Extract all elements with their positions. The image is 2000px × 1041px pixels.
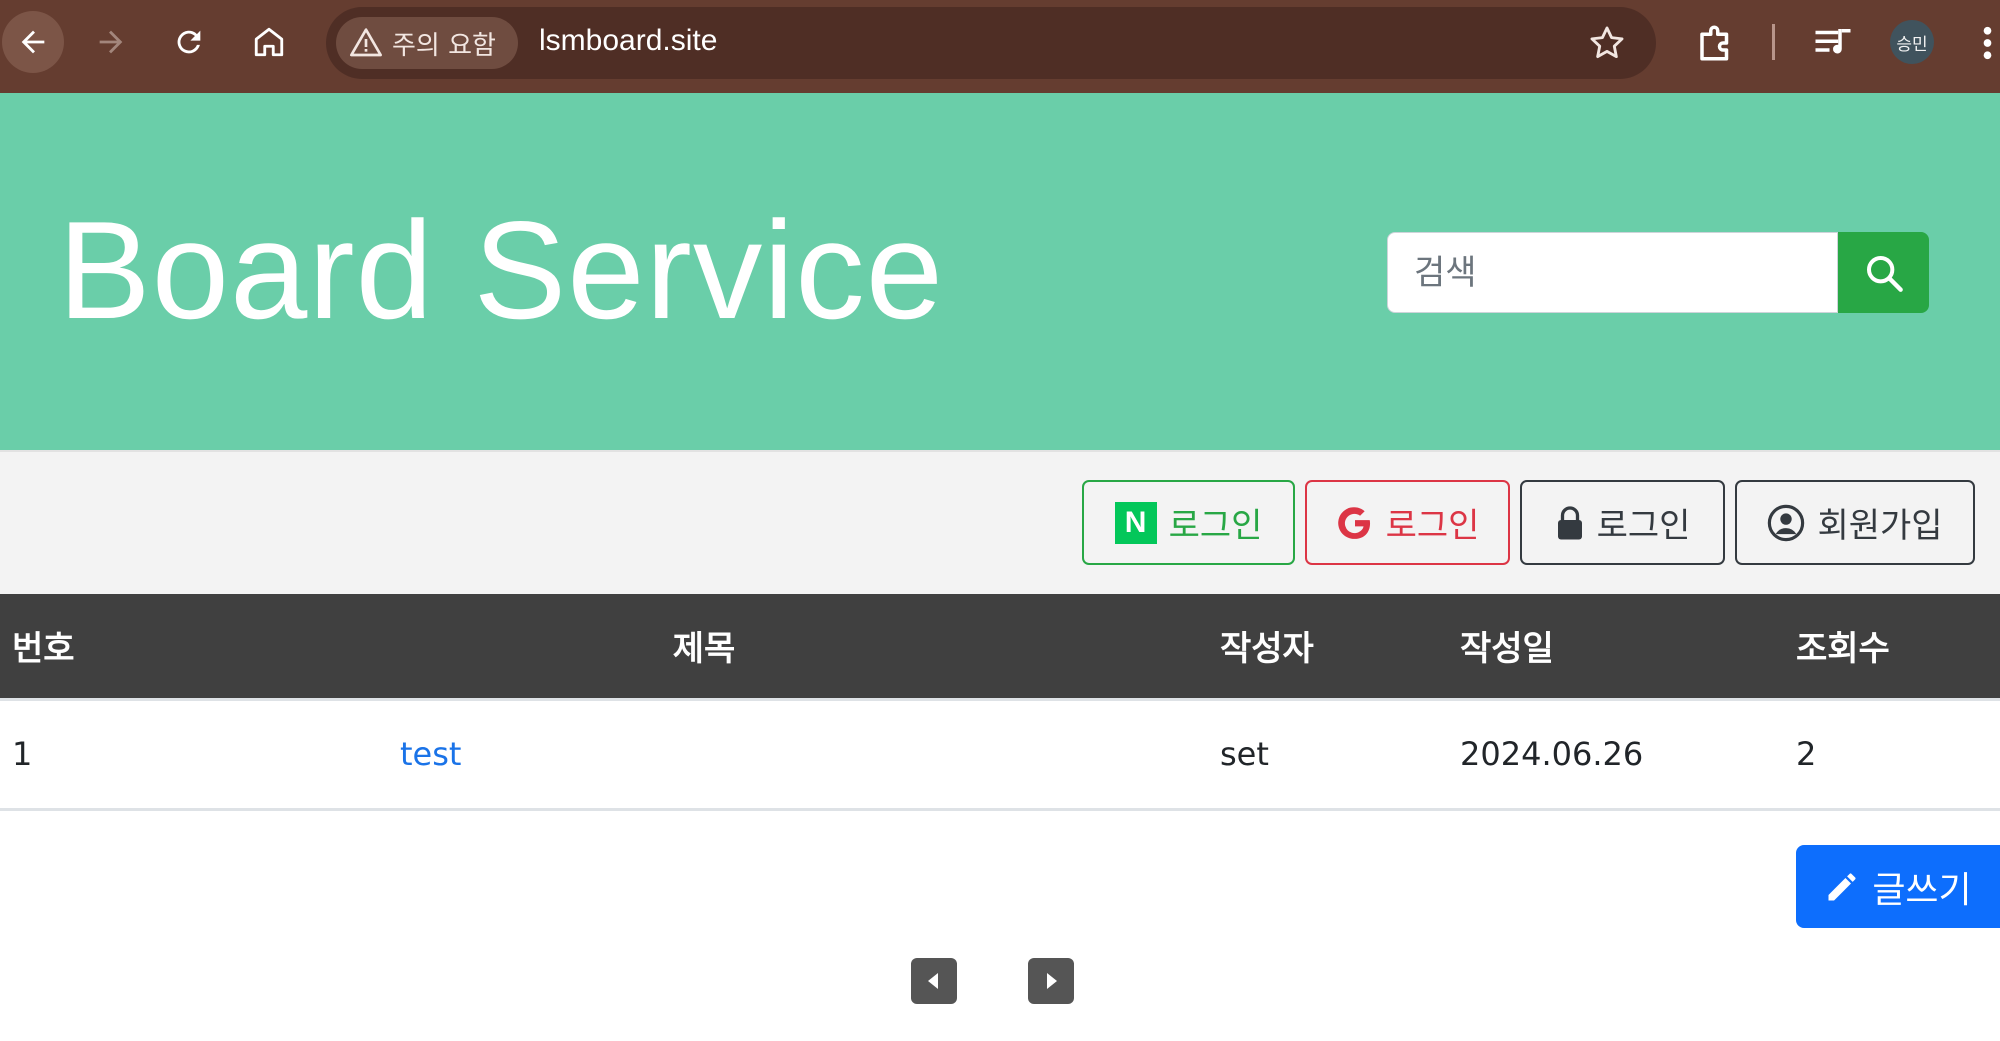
address-bar[interactable]: 주의 요함 lsmboard.site xyxy=(326,7,1656,79)
column-header-author: 작성자 xyxy=(1220,629,1314,670)
profile-avatar[interactable]: 승민 xyxy=(1890,20,1934,64)
column-header-views: 조회수 xyxy=(1796,629,1890,670)
local-login-label: 로그인 xyxy=(1596,506,1691,546)
previous-page-button[interactable] xyxy=(911,958,957,1004)
row-number: 1 xyxy=(12,735,33,773)
search-input[interactable] xyxy=(1387,232,1838,313)
security-warning-chip[interactable]: 주의 요함 xyxy=(336,17,518,69)
browser-toolbar: 주의 요함 lsmboard.site 승민 xyxy=(0,0,2000,93)
row-title-cell: test xyxy=(200,699,1208,809)
user-circle-icon xyxy=(1768,504,1805,541)
table-header-row: 번호 제목 작성자 작성일 조회수 xyxy=(0,594,2000,699)
home-button[interactable] xyxy=(238,11,300,73)
column-header-title: 제목 xyxy=(672,629,736,670)
google-login-button[interactable]: 로그인 xyxy=(1305,480,1510,565)
table-row: 1 test set 2024.06.26 2 xyxy=(0,699,2000,809)
column-header-number: 번호 xyxy=(12,629,75,670)
warning-icon xyxy=(350,28,382,57)
google-login-label: 로그인 xyxy=(1385,506,1480,546)
site-header: Board Service xyxy=(0,93,2000,450)
post-title-link[interactable]: test xyxy=(400,735,461,773)
extensions-puzzle-icon[interactable] xyxy=(1695,22,1737,64)
signup-button[interactable]: 회원가입 xyxy=(1735,480,1975,565)
forward-button[interactable] xyxy=(80,11,142,73)
reload-button[interactable] xyxy=(158,11,220,73)
more-menu-icon[interactable] xyxy=(1975,22,2000,64)
home-icon xyxy=(254,27,284,57)
write-post-label: 글쓰기 xyxy=(1872,869,1972,911)
back-button[interactable] xyxy=(2,11,64,73)
signup-label: 회원가입 xyxy=(1817,506,1943,546)
arrow-left-icon xyxy=(21,30,45,54)
pencil-icon xyxy=(1828,873,1856,900)
site-title[interactable]: Board Service xyxy=(58,201,944,340)
row-date: 2024.06.26 xyxy=(1460,735,1644,773)
search-icon xyxy=(1866,255,1903,292)
next-page-button[interactable] xyxy=(1028,958,1074,1004)
naver-logo-icon: N xyxy=(1114,501,1157,544)
row-author: set xyxy=(1220,735,1269,773)
local-login-button[interactable]: 로그인 xyxy=(1520,480,1725,565)
row-views: 2 xyxy=(1796,735,1817,773)
auth-bar: N 로그인 로그인 로그인 회원가입 xyxy=(0,450,2000,594)
url-text[interactable]: lsmboard.site xyxy=(539,24,717,58)
naver-login-label: 로그인 xyxy=(1168,506,1263,546)
google-logo-icon xyxy=(1337,506,1370,539)
security-warning-label: 주의 요함 xyxy=(392,30,496,61)
media-control-icon[interactable] xyxy=(1812,22,1854,64)
column-header-date: 작성일 xyxy=(1460,629,1554,670)
bookmark-star-icon[interactable] xyxy=(1588,24,1626,62)
toolbar-divider xyxy=(1772,24,1775,60)
write-post-button[interactable]: 글쓰기 xyxy=(1796,845,2000,928)
caret-left-icon xyxy=(928,973,938,989)
reload-icon xyxy=(177,30,201,54)
search-button[interactable] xyxy=(1838,232,1929,313)
board-table: 번호 제목 작성자 작성일 조회수 1 test set 2024.06.26 … xyxy=(0,594,2000,811)
lock-icon xyxy=(1557,505,1582,539)
naver-login-button[interactable]: N 로그인 xyxy=(1082,480,1295,565)
caret-right-icon xyxy=(1047,973,1057,989)
arrow-right-icon xyxy=(99,30,123,54)
